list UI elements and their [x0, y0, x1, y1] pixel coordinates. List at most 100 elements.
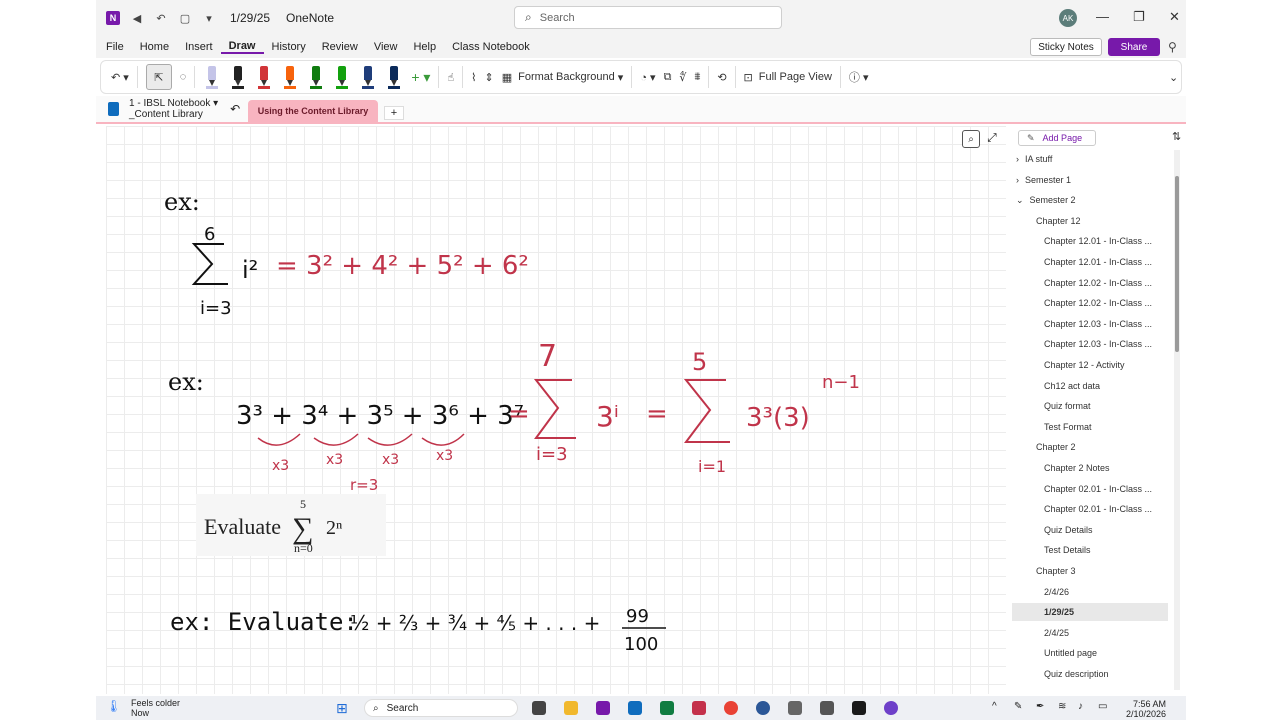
section-item[interactable]: › IA stuff	[1012, 150, 1168, 168]
shapes-icon[interactable]: ◔ ▾	[640, 64, 655, 90]
taskbar-search[interactable]: ⌕ Search	[364, 699, 518, 717]
pen-menu-icon[interactable]: ✒	[1036, 701, 1044, 712]
page-item[interactable]: Chapter 02.01 - In-Class ...	[1012, 500, 1168, 518]
page-item[interactable]: 2/4/26	[1012, 583, 1168, 601]
menu-draw[interactable]: Draw	[220, 40, 264, 54]
ribbon-collapse-icon[interactable]: ⌄	[1169, 64, 1178, 90]
powerpoint-icon[interactable]	[692, 701, 706, 715]
pen-app-icon[interactable]	[788, 701, 802, 715]
add-section-icon[interactable]: +	[384, 106, 404, 120]
page-item[interactable]: Chapter 02.01 - In-Class ...	[1012, 480, 1168, 498]
page-item[interactable]: Chapter 12.02 - In-Class ...	[1012, 294, 1168, 312]
add-pen-icon[interactable]: + ▾	[411, 64, 430, 90]
menu-insert[interactable]: Insert	[177, 41, 221, 53]
page-item[interactable]: Quiz Details	[1012, 521, 1168, 539]
page-item[interactable]: Chapter 12.01 - In-Class ...	[1012, 253, 1168, 271]
feedback-icon[interactable]: ⚲	[1168, 40, 1177, 54]
wifi-icon[interactable]: ≋	[1058, 701, 1066, 712]
clock[interactable]: 7:56 AM 2/10/2026	[1126, 699, 1166, 719]
tab-using-the-content-library[interactable]: Using the Content Library	[248, 100, 378, 122]
pen-4-icon[interactable]	[284, 66, 297, 89]
page-item[interactable]: 2/4/25	[1012, 624, 1168, 642]
evaluate-image[interactable]: Evaluate 5 ∑ 2ⁿ n=0	[196, 494, 386, 556]
menu-file[interactable]: File	[96, 41, 132, 53]
page-item[interactable]: Quiz description	[1012, 665, 1168, 683]
format-background-button[interactable]: ▦ Format Background ▾	[502, 64, 624, 90]
canvas-search-icon[interactable]: ⌕	[962, 130, 980, 148]
back-section-icon[interactable]: ↶	[230, 102, 240, 116]
terminal-icon[interactable]	[852, 701, 866, 715]
undo-icon[interactable]: ↶	[154, 11, 168, 25]
share-button[interactable]: Share	[1108, 38, 1160, 56]
page-item[interactable]: 1/29/25	[1012, 603, 1168, 622]
start-icon[interactable]: ⊞	[336, 700, 348, 717]
outlook-icon[interactable]	[628, 701, 642, 715]
page-item[interactable]: Ch12 act data	[1012, 377, 1168, 395]
pen-5-icon[interactable]	[310, 66, 323, 89]
quick-access-chevron-icon[interactable]: ▾	[202, 11, 216, 25]
search-input[interactable]: ⌕ Search	[514, 6, 782, 29]
page-list-scroll-thumb[interactable]	[1175, 176, 1179, 352]
pen-7-icon[interactable]	[362, 66, 375, 89]
pen-6-icon[interactable]	[336, 66, 349, 89]
file-explorer-icon[interactable]	[564, 701, 578, 715]
menu-class-notebook[interactable]: Class Notebook	[444, 41, 538, 53]
help-icon[interactable]: ⓘ ▾	[849, 64, 869, 90]
menu-home[interactable]: Home	[132, 41, 177, 53]
ink-to-shape-icon[interactable]: ⧉	[664, 64, 672, 90]
onenote-taskbar-icon[interactable]	[596, 701, 610, 715]
notebook-selector[interactable]: 1 - IBSL Notebook ▾ _Content Library	[129, 98, 218, 120]
tray-pen-icon[interactable]: ✎	[1014, 701, 1022, 712]
avatar[interactable]: AK	[1059, 9, 1077, 27]
minimize-icon[interactable]: —	[1096, 9, 1109, 24]
expand-icon[interactable]: ⤢	[987, 131, 997, 145]
page-item[interactable]: Chapter 12.03 - In-Class ...	[1012, 335, 1168, 353]
section-item[interactable]: › Semester 1	[1012, 171, 1168, 189]
snipping-icon[interactable]	[820, 701, 834, 715]
menu-review[interactable]: Review	[314, 41, 366, 53]
pen-1-icon[interactable]	[206, 66, 219, 89]
ink-to-math-icon[interactable]: ∜	[679, 64, 686, 90]
insert-space-icon[interactable]: ⇕	[485, 64, 494, 90]
page-item[interactable]: Chapter 12.01 - In-Class ...	[1012, 232, 1168, 250]
page-item[interactable]: Chapter 12.03 - In-Class ...	[1012, 315, 1168, 333]
page-item[interactable]: Untitled page	[1012, 644, 1168, 662]
select-tool-icon[interactable]: ⇱	[145, 64, 172, 90]
fullscreen-icon[interactable]: ▢	[178, 11, 192, 25]
page-canvas[interactable]: ex: 6 i² i=3 = 3² + 4² + 5² + 6² ex: 3³ …	[106, 126, 1006, 694]
ruler-icon[interactable]: ⌇	[471, 64, 476, 90]
section-item[interactable]: Chapter 3	[1012, 562, 1168, 580]
page-item[interactable]: Test Details	[1012, 541, 1168, 559]
menu-view[interactable]: View	[366, 41, 406, 53]
add-page-button[interactable]: ✎ Add Page	[1018, 130, 1096, 146]
section-item[interactable]: Chapter 12	[1012, 212, 1168, 230]
full-page-view-button[interactable]: ⊡ Full Page View	[744, 64, 832, 90]
page-item[interactable]: Chapter 12.02 - In-Class ...	[1012, 274, 1168, 292]
task-view-icon[interactable]	[532, 701, 546, 715]
volume-icon[interactable]: ♪	[1078, 701, 1083, 712]
chrome-icon[interactable]	[724, 701, 738, 715]
pen-8-icon[interactable]	[388, 66, 401, 89]
maximize-icon[interactable]: ❐	[1133, 9, 1145, 25]
section-item[interactable]: ⌄ Semester 2	[1012, 191, 1168, 209]
pen-3-icon[interactable]	[258, 66, 271, 89]
page-item[interactable]: Test Format	[1012, 418, 1168, 436]
settings-icon[interactable]	[756, 701, 770, 715]
pen-2-icon[interactable]	[232, 66, 245, 89]
undo-button-icon[interactable]: ↶ ▾	[111, 64, 129, 90]
touch-draw-icon[interactable]: ☝	[447, 64, 454, 90]
section-item[interactable]: Chapter 2	[1012, 438, 1168, 456]
github-icon[interactable]	[884, 701, 898, 715]
sort-icon[interactable]: ⇅	[1172, 130, 1181, 143]
back-icon[interactable]: ◀	[130, 11, 144, 25]
excel-icon[interactable]	[660, 701, 674, 715]
tray-overflow-icon[interactable]: ^	[992, 701, 997, 712]
ink-to-text-icon[interactable]: ⩩	[694, 64, 700, 90]
page-item[interactable]: Chapter 12 - Activity	[1012, 356, 1168, 374]
weather-widget[interactable]: Feels colder Now	[131, 698, 180, 718]
page-item[interactable]: Quiz format	[1012, 397, 1168, 415]
close-icon[interactable]: ✕	[1169, 9, 1180, 25]
sticky-notes-button[interactable]: Sticky Notes	[1030, 38, 1102, 56]
menu-history[interactable]: History	[264, 41, 314, 53]
battery-icon[interactable]: ▭	[1098, 701, 1107, 712]
